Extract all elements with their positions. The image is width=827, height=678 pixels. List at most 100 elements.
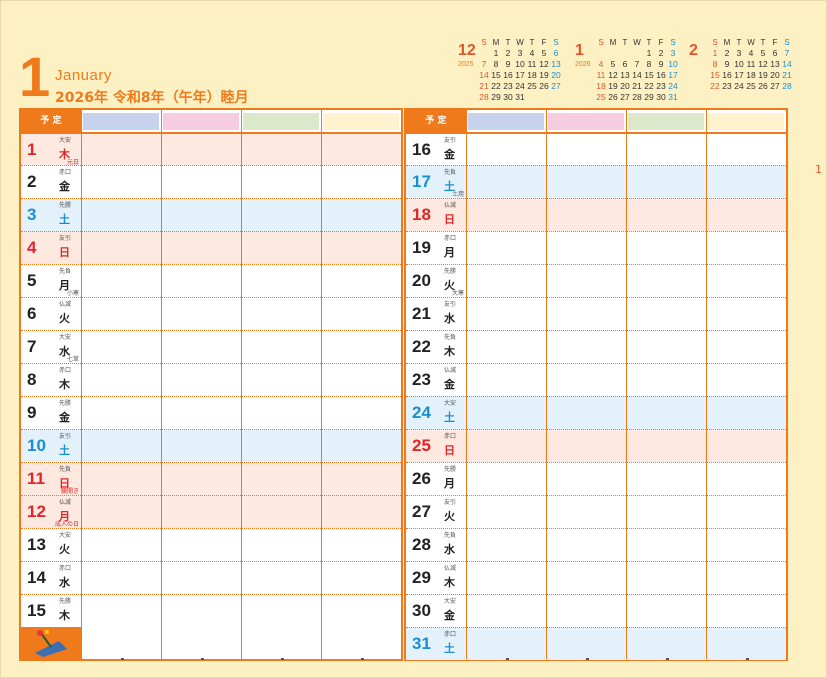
mini-day: 12 <box>539 59 549 69</box>
day-row[interactable]: 4 友引日 <box>21 231 401 264</box>
day-cell: 29 仏滅木 <box>406 562 466 594</box>
day-row[interactable]: 12 仏滅月成人の日 <box>21 495 401 528</box>
mini-day: 19 <box>608 81 618 91</box>
day-cell: 3 先勝土 <box>21 199 81 231</box>
day-row[interactable]: 28 先負水 <box>406 528 786 561</box>
weekday-kanji: 火 <box>59 312 70 325</box>
day-row[interactable]: 29 仏滅木 <box>406 561 786 594</box>
mini-day: 11 <box>596 70 606 80</box>
day-row[interactable]: 22 先負木 <box>406 330 786 363</box>
weekday-kanji: 木 <box>444 345 455 358</box>
day-row[interactable]: 15 先勝木 <box>21 594 401 627</box>
day-number: 14 <box>27 568 46 587</box>
day-row[interactable]: 3 先勝土 <box>21 198 401 231</box>
mini-day: 23 <box>503 81 513 91</box>
day-row[interactable]: 31 赤口土 <box>406 627 786 660</box>
day-row[interactable]: 24 大安土 <box>406 396 786 429</box>
day-number: 11 <box>27 469 45 488</box>
mini-day: 4 <box>748 48 754 58</box>
day-cell: 25 赤口日 <box>406 430 466 462</box>
mini-day: 3 <box>670 48 676 58</box>
rokuyo-label: 先勝 <box>59 598 72 605</box>
day-row[interactable]: 8 赤口木 <box>21 363 401 396</box>
day-row[interactable]: 21 友引水 <box>406 297 786 330</box>
mini-calendar-month: 12 <box>458 42 476 59</box>
mini-day: 29 <box>491 92 501 102</box>
day-number: 10 <box>27 436 46 455</box>
day-row[interactable]: 10 友引土 <box>21 429 401 462</box>
mini-day: 5 <box>610 59 616 69</box>
day-cell: 10 友引土 <box>21 430 81 462</box>
mini-day: 22 <box>644 81 654 91</box>
day-cell: 12 仏滅月成人の日 <box>21 496 81 528</box>
rokuyo-label: 大安 <box>59 532 72 539</box>
weekday-label: T <box>505 38 511 47</box>
mini-day: 18 <box>596 81 606 91</box>
rokuyo-label: 大安 <box>444 400 457 407</box>
day-row[interactable]: 9 先勝金 <box>21 396 401 429</box>
day-row[interactable]: 7 大安水七草 <box>21 330 401 363</box>
day-row[interactable]: 1 大安木元日 <box>21 132 401 166</box>
mini-day <box>538 92 550 103</box>
day-row[interactable]: 27 友引火 <box>406 495 786 528</box>
day-row[interactable]: 16 友引金 <box>406 132 786 165</box>
day-number: 21 <box>412 304 431 323</box>
tick-mark <box>201 658 204 660</box>
day-row[interactable]: 25 赤口日 <box>406 429 786 462</box>
mini-day: 13 <box>770 59 780 69</box>
rokuyo-label: 友引 <box>444 301 457 308</box>
day-number: 29 <box>412 568 431 587</box>
weekday-kanji: 土 <box>444 411 455 424</box>
rokuyo-label: 仏滅 <box>444 202 457 209</box>
day-row[interactable]: 19 赤口月 <box>406 231 786 264</box>
day-number: 15 <box>27 601 46 620</box>
day-row[interactable]: 5 先負月小寒 <box>21 264 401 297</box>
weekday-kanji: 水 <box>444 543 455 556</box>
day-row[interactable]: 13 大安火 <box>21 528 401 561</box>
holiday-label: 鏡開き <box>60 488 79 495</box>
mini-day: 5 <box>760 48 766 58</box>
day-number: 12 <box>27 502 46 521</box>
day-number: 28 <box>412 535 431 554</box>
day-row[interactable]: 6 仏滅火 <box>21 297 401 330</box>
mini-day: 1 <box>646 48 652 58</box>
rokuyo-label: 赤口 <box>444 433 457 440</box>
day-number: 13 <box>27 535 46 554</box>
mini-day: 21 <box>632 81 642 91</box>
day-number: 17 <box>412 172 431 191</box>
day-row[interactable]: 30 大安金 <box>406 594 786 627</box>
day-number: 1 <box>27 140 37 159</box>
rokuyo-label: 大安 <box>59 334 72 341</box>
day-row[interactable]: 2 赤口金 <box>21 165 401 198</box>
day-row[interactable]: 18 仏滅日 <box>406 198 786 231</box>
rokuyo-label: 赤口 <box>59 367 72 374</box>
weekday-kanji: 火 <box>59 543 70 556</box>
rokuyo-label: 先負 <box>444 532 457 539</box>
day-row[interactable]: 20 先勝火大寒 <box>406 264 786 297</box>
rokuyo-label: 大安 <box>59 137 72 144</box>
weekday-label: S <box>712 38 718 47</box>
day-row[interactable]: 23 仏滅金 <box>406 363 786 396</box>
day-cell: 5 先負月小寒 <box>21 265 81 297</box>
column-color-swatch <box>83 113 159 130</box>
column-divider <box>321 110 322 659</box>
day-row[interactable]: 17 先負土土用 <box>406 165 786 198</box>
mini-day: 7 <box>634 59 640 69</box>
weekday-kanji: 木 <box>59 609 70 622</box>
day-row[interactable]: 26 先勝月 <box>406 462 786 495</box>
day-cell: 16 友引金 <box>406 134 466 166</box>
day-row[interactable]: 14 赤口水 <box>21 561 401 594</box>
mini-day <box>550 92 562 103</box>
mini-day: 22 <box>491 81 501 91</box>
column-color-swatch <box>163 113 239 130</box>
weekday-kanji: 日 <box>444 444 455 457</box>
day-cell: 24 大安土 <box>406 397 466 429</box>
weekday-kanji: 水 <box>59 576 70 589</box>
weekday-kanji: 月 <box>444 246 455 259</box>
mini-day: 15 <box>644 70 654 80</box>
day-cell: 17 先負土土用 <box>406 166 466 198</box>
day-row[interactable]: 11 先負日鏡開き <box>21 462 401 495</box>
mini-day: 9 <box>658 59 664 69</box>
mini-day <box>526 92 538 103</box>
day-cell: 14 赤口水 <box>21 562 81 594</box>
